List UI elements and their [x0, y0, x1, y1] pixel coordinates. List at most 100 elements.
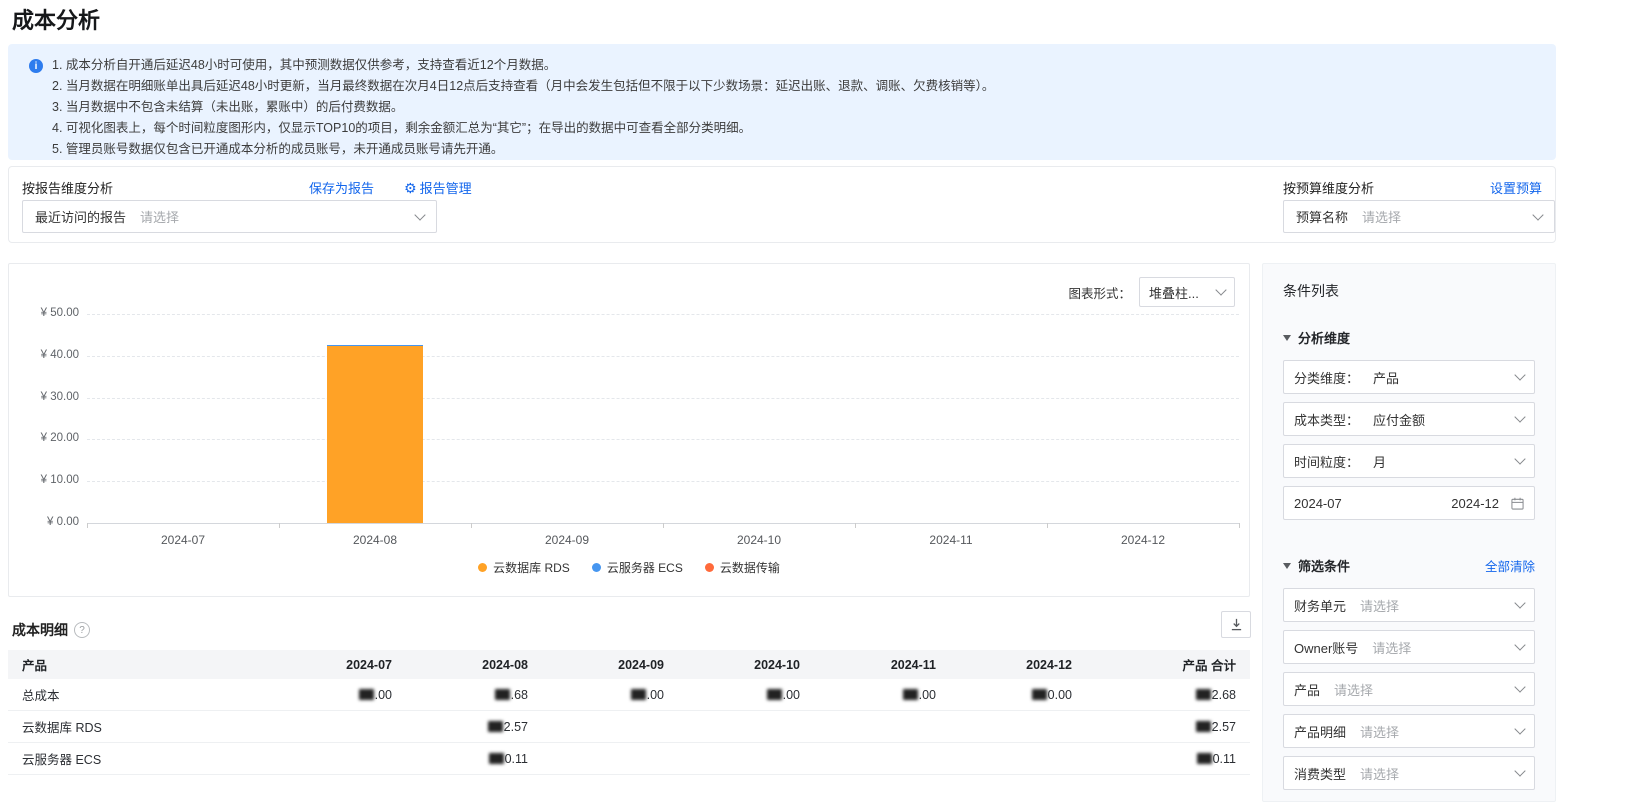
y-axis-label: ¥ 40.00 [40, 348, 79, 361]
gridline [87, 439, 1239, 441]
redacted-value [766, 688, 782, 700]
calendar-icon [1511, 497, 1524, 510]
chart-legend: 云数据库 RDS 云服务器 ECS 云数据传输 [9, 559, 1249, 576]
legend-item[interactable]: 云服务器 ECS [591, 559, 683, 576]
select-value: 请选择 [1372, 640, 1412, 656]
row-name-cell: 总成本 [22, 689, 60, 703]
select-owner-account[interactable]: Owner账号 请选择 [1283, 630, 1535, 664]
value-cell: .00 [678, 688, 814, 702]
legend-item[interactable]: 云数据库 RDS [478, 559, 570, 576]
legend-dot-icon [591, 563, 601, 572]
cost-detail-title: 成本明细 [12, 622, 68, 638]
select-consume-type[interactable]: 消费类型 请选择 [1283, 756, 1535, 790]
x-axis-tick [1239, 523, 1240, 528]
select-value: 请选择 [1360, 724, 1400, 740]
select-value: 应付金额 [1373, 412, 1426, 428]
value-cell: 0.11 [406, 752, 542, 766]
date-end: 2024-12 [1451, 495, 1499, 511]
select-time-granularity[interactable]: 时间粒度： 月 [1283, 444, 1535, 478]
plot-area: ¥ 0.00 ¥ 10.00 ¥ 20.00 ¥ 30.00 ¥ 40.00 ¥ 50.0… [41, 307, 1240, 547]
notice-banner: i 1. 成本分析自开通后延迟48小时可使用，其中预测数据仅供参考，支持查看近1… [8, 44, 1556, 160]
budget-name-select[interactable]: 预算名称 请选择 [1283, 200, 1555, 233]
select-product-detail[interactable]: 产品明细 请选择 [1283, 714, 1535, 748]
select-label: 财务单元 [1294, 598, 1347, 614]
banner-lines: 1. 成本分析自开通后延迟48小时可使用，其中预测数据仅供参考，支持查看近12个… [52, 55, 1540, 160]
legend-item[interactable]: 云数据传输 [704, 559, 780, 576]
gear-icon: ⚙ [404, 179, 417, 196]
x-axis-label: 2024-09 [544, 533, 590, 547]
recent-report-select[interactable]: 最近访问的报告 请选择 [22, 200, 437, 233]
download-button[interactable] [1221, 611, 1251, 638]
select-category-dimension[interactable]: 分类维度： 产品 [1283, 360, 1535, 394]
legend-label: 云服务器 ECS [606, 561, 683, 575]
x-axis-label: 2024-11 [929, 533, 973, 547]
chart-type-value: 堆叠柱... [1149, 285, 1199, 301]
value-cell: .00 [542, 688, 678, 702]
budget-panel-header: 按预算维度分析 设置预算 [1283, 178, 1542, 197]
value-cell: .00 [814, 688, 950, 702]
table-row: 云数据库 RDS 2.57 2.57 [8, 711, 1250, 743]
help-icon[interactable]: ? [74, 622, 90, 638]
cost-detail-header: 成本明细 ? [12, 620, 90, 640]
chevron-down-icon [1215, 284, 1227, 296]
header-cell: 2024-07 [346, 657, 392, 672]
analysis-fields: 分类维度： 产品 成本类型： 应付金额时间粒度： 月 2024-07 2024-12 [1283, 360, 1535, 520]
date-start: 2024-07 [1294, 495, 1342, 511]
x-axis-tick [663, 523, 664, 528]
redacted-value [902, 688, 918, 700]
x-axis-label: 2024-08 [352, 533, 398, 547]
redacted-value [488, 752, 504, 764]
gridline [87, 355, 1239, 357]
select-value: 请选择 [1360, 598, 1400, 614]
header-cell: 2024-10 [754, 657, 800, 672]
value-cell: .68 [406, 688, 542, 702]
y-axis-label: ¥ 50.00 [40, 307, 79, 319]
clear-all-link[interactable]: 全部清除 [1485, 556, 1535, 575]
chart-type-select[interactable]: 堆叠柱... [1139, 277, 1235, 307]
filter-group-header[interactable]: 筛选条件 全部清除 [1283, 556, 1535, 575]
redacted-value [630, 688, 646, 700]
select-product[interactable]: 产品 请选择 [1283, 672, 1535, 706]
report-manage-link[interactable]: ⚙ 报告管理 [404, 178, 472, 197]
redacted-value [1195, 688, 1211, 700]
header-cell: 2024-12 [1026, 657, 1072, 672]
set-budget-link[interactable]: 设置预算 [1490, 178, 1542, 197]
header-cell: 2024-08 [482, 657, 528, 672]
chart-form-label: 图表形式： [1068, 286, 1131, 301]
y-axis-label: ¥ 30.00 [40, 390, 79, 403]
value-cell: 0.11 [1086, 752, 1250, 766]
redacted-value [358, 688, 374, 700]
report-manage-label: 报告管理 [419, 181, 472, 196]
x-axis-tick [87, 523, 88, 528]
select-value: 月 [1373, 454, 1387, 470]
caret-down-icon [1283, 562, 1291, 569]
banner-line: 1. 成本分析自开通后延迟48小时可使用，其中预测数据仅供参考，支持查看近12个… [52, 58, 557, 72]
chevron-down-icon [1514, 369, 1526, 381]
chevron-down-icon [1514, 639, 1526, 651]
redacted-value [1196, 752, 1212, 764]
chevron-down-icon [1514, 597, 1526, 609]
select-finance-unit[interactable]: 财务单元 请选择 [1283, 588, 1535, 622]
select-cost-type[interactable]: 成本类型： 应付金额 [1283, 402, 1535, 436]
redacted-value [494, 688, 510, 700]
banner-line: 2. 当月数据在明细账单出具后延迟48小时更新，当月最终数据在次月4日12点后支… [52, 79, 995, 93]
select-value: 请选择 [1334, 682, 1374, 698]
header-cell: 2024-09 [618, 657, 664, 672]
table-row: 云服务器 ECS 0.11 0.11 [8, 743, 1250, 775]
table-body: 总成本 .00.68.00.00.00 0.00 2.68 云数据库 RDS 2.57 2.… [8, 679, 1250, 775]
y-axis-label: ¥ 0.00 [47, 516, 79, 528]
legend-label: 云数据传输 [719, 561, 780, 575]
select-label: 时间粒度： [1294, 454, 1360, 470]
chevron-down-icon [1532, 208, 1544, 221]
filter-group-title: 筛选条件 [1298, 559, 1351, 574]
save-as-report-link[interactable]: 保存为报告 [309, 178, 374, 197]
row-name-cell: 云服务器 ECS [22, 753, 102, 767]
analysis-group-header[interactable]: 分析维度 [1283, 328, 1535, 347]
date-range-picker[interactable]: 2024-07 2024-12 [1283, 486, 1535, 520]
gridline [87, 314, 1239, 315]
redacted-value [1031, 688, 1047, 700]
analysis-group-title: 分析维度 [1298, 331, 1351, 346]
chevron-down-icon [1514, 681, 1526, 693]
value-cell: 2.68 [1086, 688, 1250, 702]
banner-line: 5. 管理员账号数据仅包含已开通成本分析的成员账号，未开通成员账号请先开通。 [52, 142, 504, 156]
